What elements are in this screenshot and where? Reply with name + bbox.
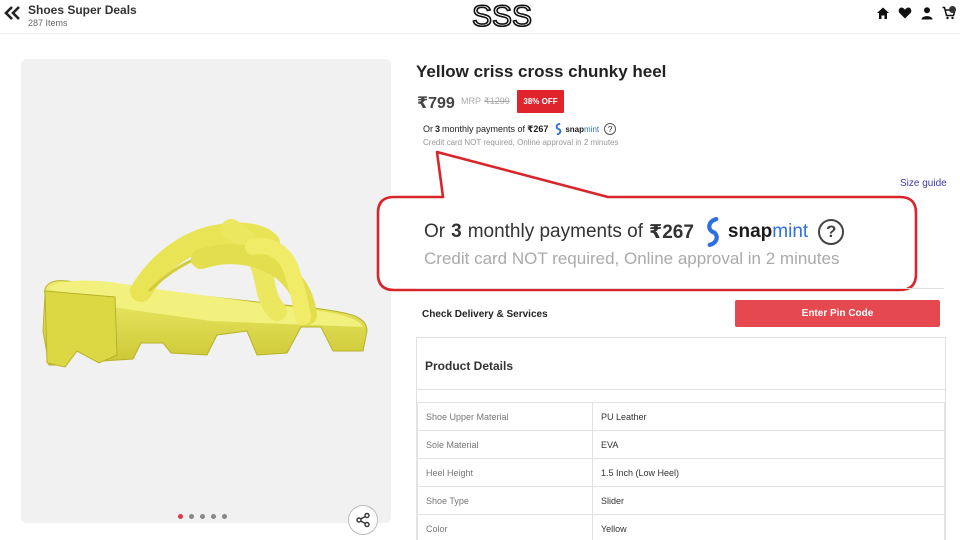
snapmint-icon [556, 123, 562, 135]
snapmint-icon [707, 217, 719, 247]
spec-value: 1.5 Inch (Low Heel) [592, 458, 945, 487]
spec-key: Shoe Upper Material [417, 402, 593, 431]
section-divider [416, 288, 944, 289]
snapmint-logo-zoomed: snap mint [704, 217, 808, 247]
table-row: Color Yellow [417, 514, 945, 540]
gallery-dot-4[interactable] [211, 514, 216, 519]
spec-value: Yellow [592, 514, 945, 540]
help-icon-zoomed[interactable]: ? [818, 219, 845, 245]
emi-count-zoomed: 3 [451, 221, 462, 242]
snapmint-brand-b: mint [584, 124, 600, 134]
gallery-dot-3[interactable] [200, 514, 205, 519]
cart-badge [949, 6, 956, 13]
heart-icon[interactable] [898, 6, 912, 20]
gallery-dot-2[interactable] [189, 514, 194, 519]
delivery-label: Check Delivery & Services [422, 309, 548, 320]
store-title: Shoes Super Deals [28, 3, 137, 17]
spec-key: Sole Material [417, 430, 593, 459]
table-row: Heel Height 1.5 Inch (Low Heel) [417, 458, 945, 487]
snapmint-brand-a-zoomed: snap [727, 221, 773, 242]
spec-value: PU Leather [592, 402, 945, 431]
table-row: Sole Material EVA [417, 430, 945, 459]
emi-note-zoomed: Credit card NOT required, Online approva… [424, 249, 840, 268]
emi-prefix: Or [423, 124, 433, 134]
item-count: 287 Items [28, 18, 68, 28]
enter-pin-code-button[interactable]: Enter Pin Code [735, 300, 940, 327]
product-image[interactable] [21, 59, 391, 523]
emi-middle: monthly payments of [442, 124, 526, 134]
mrp-value: ₹1299 [484, 96, 510, 106]
emi-amount: ₹267 [527, 123, 549, 134]
emi-note-small: Credit card NOT required, Online approva… [423, 138, 619, 147]
help-icon[interactable]: ? [604, 123, 617, 135]
gallery-dots[interactable] [178, 514, 227, 519]
spec-value: Slider [592, 486, 945, 515]
emi-middle-zoomed: monthly payments of [467, 221, 643, 242]
share-icon [356, 512, 370, 528]
emi-count: 3 [435, 124, 441, 134]
table-row: Shoe Upper Material PU Leather [417, 402, 945, 431]
spec-key: Heel Height [417, 458, 593, 487]
emi-prefix-zoomed: Or [424, 221, 446, 242]
back-icon[interactable] [4, 6, 22, 20]
brand-logo[interactable]: SSS [470, 0, 534, 32]
snapmint-brand-b-zoomed: mint [772, 221, 809, 242]
price: ₹799 [417, 95, 455, 112]
share-button[interactable] [348, 505, 378, 535]
top-header: Shoes Super Deals 287 Items SSS [0, 0, 960, 34]
product-page: Shoes Super Deals 287 Items SSS Yellow c… [0, 0, 960, 540]
spec-key: Color [417, 514, 593, 540]
discount-badge: 38% OFF [517, 90, 564, 113]
user-icon[interactable] [920, 6, 934, 20]
spec-key: Shoe Type [417, 486, 593, 515]
table-row: Shoe Type Slider [417, 486, 945, 515]
gallery-dot-1[interactable] [178, 514, 183, 519]
spec-value: EVA [592, 430, 945, 459]
product-title: Yellow criss cross chunky heel [416, 62, 667, 81]
product-details-panel: Product Details Shoe Upper Material PU L… [416, 337, 946, 540]
mrp-label: MRP [461, 96, 481, 106]
gallery-dot-5[interactable] [222, 514, 227, 519]
details-divider [417, 389, 945, 390]
cart-icon[interactable] [942, 6, 956, 20]
home-icon[interactable] [876, 6, 890, 20]
product-details-title: Product Details [425, 359, 514, 373]
emi-offer-zoomed[interactable]: Or 3 monthly payments of ₹267 snap mint ? [424, 217, 845, 247]
emi-offer-small[interactable]: Or 3 monthly payments of ₹267 snap mint ? [423, 123, 617, 135]
snapmint-brand-a: snap [565, 124, 585, 134]
size-guide-link[interactable]: Size guide [900, 178, 947, 189]
header-actions [876, 6, 956, 20]
logo-text: SSS [472, 0, 532, 32]
snapmint-logo-small: snap mint [554, 123, 599, 135]
emi-amount-zoomed: ₹267 [649, 221, 694, 243]
sandal-illustration [42, 219, 368, 368]
spec-table: Shoe Upper Material PU Leather Sole Mate… [417, 402, 945, 540]
